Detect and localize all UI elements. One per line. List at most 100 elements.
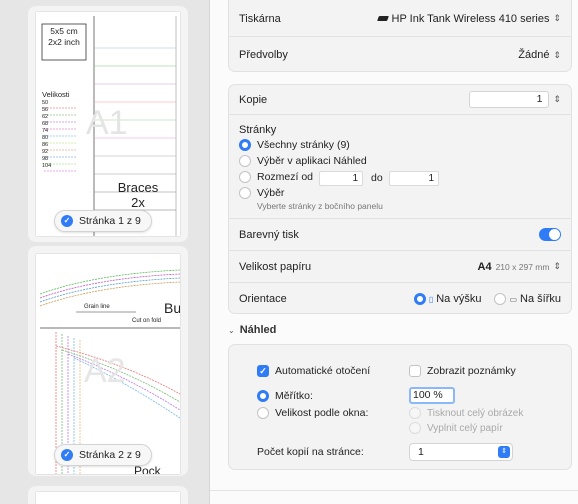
size-box-inch: 2x2 inch [48,37,80,47]
paper-size-select[interactable]: A4 210 x 297 mm ⇕ [478,261,561,273]
fill-paper-option[interactable]: Vyplnit celý papír [409,422,503,434]
size-label: 50 [42,100,49,106]
sizes-title: Velikosti [42,90,70,99]
radio-selected [257,390,269,402]
stepper-icon[interactable]: ⇕ [553,94,561,105]
orientation-label: Orientace [239,293,287,305]
radio-unselected [239,187,251,199]
fit-to-window-option[interactable]: Velikost podle okna: [257,407,368,419]
page-thumbnail-3[interactable] [28,486,188,504]
pages-app-selection-option[interactable]: Výběr v aplikaci Náhled [239,155,367,167]
show-notes-option[interactable]: Zobrazit poznámky [409,365,516,377]
preview-section-header[interactable]: ⌄ Náhled [228,324,276,336]
checkmark-icon: ✓ [61,215,73,227]
page-3-preview [36,492,180,504]
orientation-portrait-label[interactable]: Na výšku [436,293,481,305]
presets-select[interactable]: Žádné ⇕ [518,49,561,61]
printer-label: Tiskárna [239,12,281,25]
size-label: 80 [42,135,49,141]
size-box: 5x5 cm 2x2 inch [42,26,86,48]
pages-section: Stránky Všechny stránky (9) Výběr v apli… [229,115,571,219]
sizes-list: 50 56 62 68 74 80 86 92 98 104 [42,100,51,170]
size-label: 62 [42,114,49,120]
pages-range-label: Rozmezí od [257,171,314,183]
preview-options-box: ✓ Automatické otočení Zobrazit poznámky … [228,344,572,470]
radio-disabled [409,407,421,419]
page-thumbnail-2[interactable]: Grain line Cut on fold Bu A2 Pock ✓ Strá… [28,246,188,476]
size-label: 74 [42,128,49,134]
piece-count: 2x [131,195,145,210]
pages-range-option[interactable]: Rozmezí od [239,171,313,183]
print-options-box: Kopie 1 ⇕ Stránky Všechny stránky (9) Vý… [228,84,572,314]
page-thumbnail-1[interactable]: 5x5 cm 2x2 inch Velikosti 50 56 62 68 74… [28,6,188,242]
chevron-updown-icon: ⇕ [553,261,561,271]
paper-size-detail: 210 x 297 mm [495,261,550,272]
color-print-row: Barevný tisk [229,219,571,251]
orientation-portrait-radio[interactable] [413,293,426,305]
size-label: 56 [42,107,49,113]
piece-title: Braces [117,180,159,195]
orientation-landscape-radio[interactable] [494,293,507,305]
pages-all-option[interactable]: Všechny stránky (9) [239,139,350,151]
pages-label: Stránky [239,124,277,136]
page-1-badge[interactable]: ✓ Stránka 1 z 9 [54,210,152,232]
orientation-row: Orientace ▯ Na výšku ▭ Na šířku [229,283,571,315]
page-2-badge-label: Stránka 2 z 9 [79,449,141,461]
checkbox-checked-icon: ✓ [257,365,269,377]
copies-per-page-select[interactable]: 1 ⇕ [409,443,513,461]
copies-per-page-value: 1 [418,446,424,458]
printer-value: HP Ink Tank Wireless 410 series [391,12,550,25]
range-from-input[interactable]: 1 [319,171,363,186]
color-print-label: Barevný tisk [239,228,299,241]
page-watermark: A2 [84,352,126,390]
presets-value: Žádné [518,49,550,61]
range-to-input[interactable]: 1 [389,171,439,186]
checkbox-unchecked-icon [409,365,421,377]
copies-per-page-label: Počet kopií na stránce: [257,446,364,458]
printer-icon [376,16,389,21]
radio-unselected [257,407,269,419]
copies-label: Kopie [239,93,268,106]
piece-title: Bu [164,300,180,316]
page-thumbnails-sidebar: 5x5 cm 2x2 inch Velikosti 50 56 62 68 74… [0,0,210,504]
page-watermark: A1 [86,104,128,142]
color-print-toggle[interactable] [539,228,561,241]
printer-settings-box: Tiskárna HP Ink Tank Wireless 410 series… [228,0,572,72]
range-to-label: do [371,172,383,184]
auto-rotate-label: Automatické otočení [275,365,371,377]
pages-selection-option[interactable]: Výběr [239,187,284,199]
scale-label: Měřítko: [275,390,313,402]
scale-option[interactable]: Měřítko: [257,390,313,402]
page-2-badge[interactable]: ✓ Stránka 2 z 9 [54,444,152,466]
printer-select[interactable]: HP Ink Tank Wireless 410 series ⇕ [376,12,561,25]
radio-unselected [239,155,251,167]
presets-label: Předvolby [239,49,288,61]
grain-line-label: Grain line [84,304,110,310]
paper-size-value: A4 [477,260,492,273]
fill-paper-label: Vyplnit celý papír [427,422,503,434]
pages-selection-hint: Vyberte stránky z bočního panelu [257,201,383,211]
chevron-updown-icon: ⇕ [498,446,510,458]
radio-selected [239,139,251,151]
orientation-landscape-label[interactable]: Na šířku [520,293,561,305]
piece-label: Braces 2x [108,180,168,210]
auto-rotate-option[interactable]: ✓ Automatické otočení [257,365,370,377]
show-notes-label: Zobrazit poznámky [427,365,516,377]
page-1-badge-label: Stránka 1 z 9 [79,215,141,227]
radio-disabled [409,422,421,434]
size-box-cm: 5x5 cm [50,26,78,36]
presets-row: Předvolby Žádné ⇕ [229,37,571,73]
chevron-updown-icon: ⇕ [553,13,561,23]
pages-all-label: Všechny stránky (9) [257,139,350,151]
printer-row: Tiskárna HP Ink Tank Wireless 410 series… [229,1,571,37]
print-whole-image-option[interactable]: Tisknout celý obrázek [409,407,523,419]
chevron-down-icon: ⌄ [228,325,235,335]
pages-selection-label: Výběr [257,187,285,199]
checkmark-icon: ✓ [61,449,73,461]
size-label: 68 [42,121,49,127]
scale-input[interactable]: 100 % [409,387,455,404]
radio-unselected [239,171,251,183]
portrait-icon: ▯ [428,294,434,304]
size-label: 104 [42,163,52,169]
copies-input[interactable]: 1 [469,91,550,108]
